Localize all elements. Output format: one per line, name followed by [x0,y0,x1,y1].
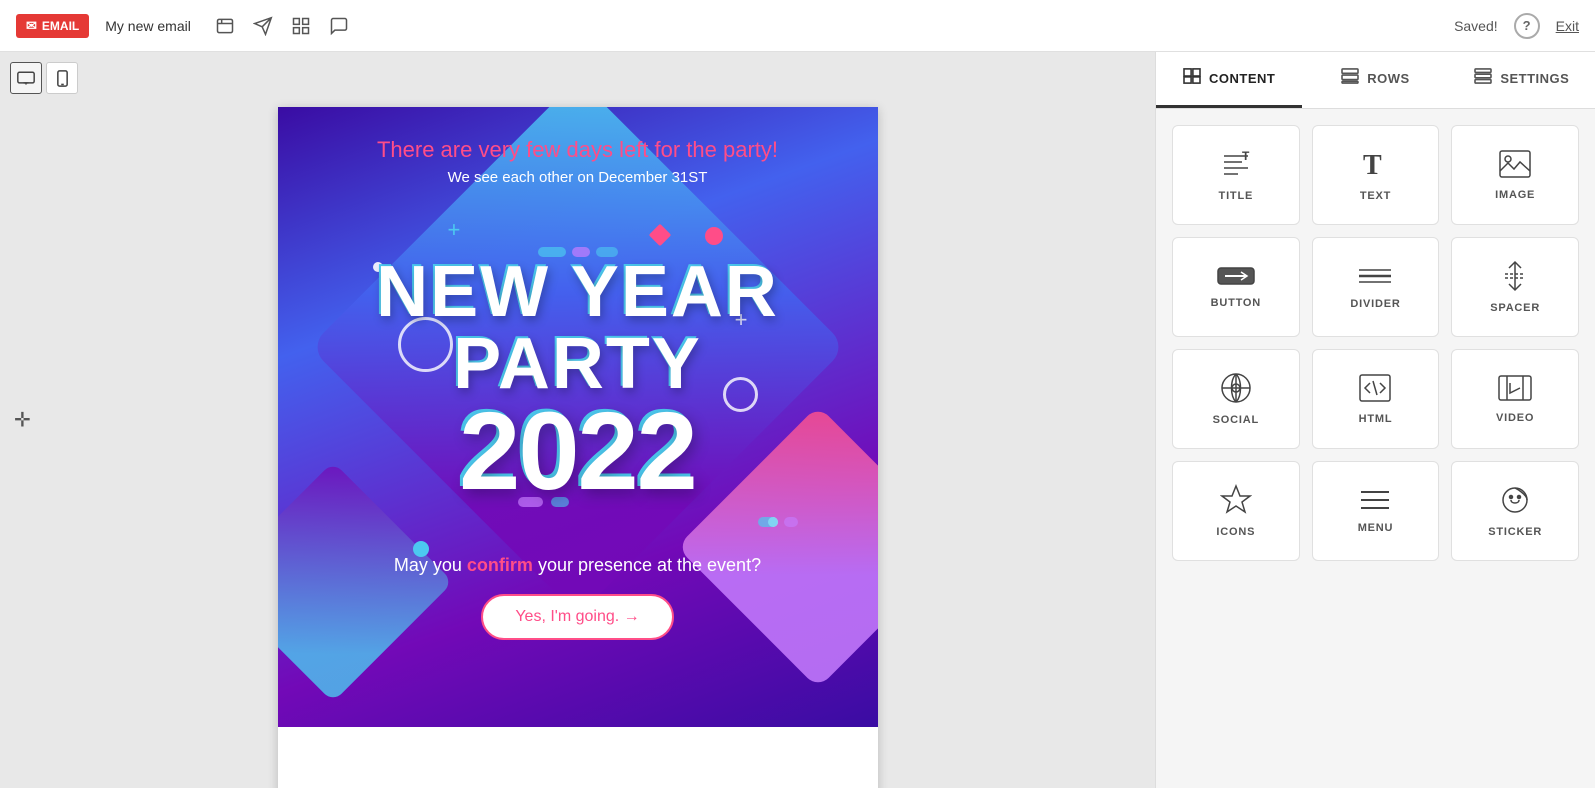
grid-icon-btn[interactable] [291,16,311,36]
plus-sign-left: + [448,217,461,243]
cta-button[interactable]: Yes, I'm going. → [481,594,673,640]
confirm-text: May you confirm your presence at the eve… [298,555,858,576]
content-item-button[interactable]: BUTTON [1172,237,1300,337]
tab-rows[interactable]: ROWS [1302,52,1448,108]
settings-tab-icon [1474,68,1492,89]
tab-settings-label: SETTINGS [1500,71,1569,86]
rows-tab-icon [1341,68,1359,89]
video-icon [1497,374,1533,402]
content-item-spacer[interactable]: SPACER [1451,237,1579,337]
content-item-menu[interactable]: MENU [1312,461,1440,561]
spacer-icon [1501,260,1529,292]
divider-icon [1357,264,1393,288]
exit-link[interactable]: Exit [1556,18,1579,34]
image-icon [1498,149,1532,179]
content-item-title[interactable]: T TITLE [1172,125,1300,225]
panel-tabs: CONTENT ROWS SETTINGS [1156,52,1595,109]
mobile-view-btn[interactable] [46,62,78,94]
content-item-text[interactable]: T TEXT [1312,125,1440,225]
content-item-image[interactable]: IMAGE [1451,125,1579,225]
email-title: My new email [105,18,191,34]
ny-main-line1: NEW YEAR [376,256,779,328]
icons-label: ICONS [1216,526,1255,538]
top-nav: ✉ EMAIL My new email Saved! ? Exit [0,0,1595,52]
desktop-view-btn[interactable] [10,62,42,94]
nav-right: Saved! ? Exit [1454,13,1579,39]
small-diamond-accent [648,224,671,247]
saved-status: Saved! [1454,18,1498,34]
tab-settings[interactable]: SETTINGS [1449,52,1595,108]
spacer-label: SPACER [1490,302,1540,314]
content-item-divider[interactable]: DIVIDER [1312,237,1440,337]
canvas-area: ✛ + + [0,52,1155,788]
text-label: TEXT [1360,190,1391,202]
email-badge[interactable]: ✉ EMAIL [16,14,89,38]
email-content-area: + + [278,107,878,727]
party-subheader-white: We see each other on December 31ST [448,169,708,186]
social-label: SOCIAL [1213,414,1259,426]
panel-content-grid: T TITLE T TEXT [1156,109,1595,788]
title-icon: T [1220,148,1252,180]
dot-pink [705,227,723,245]
email-canvas: + + [278,107,878,788]
dot-white2 [768,517,778,527]
chat-icon-btn[interactable] [329,16,349,36]
tab-rows-label: ROWS [1367,71,1409,86]
content-item-video[interactable]: VIDEO [1451,349,1579,449]
content-item-icons[interactable]: ICONS [1172,461,1300,561]
ny-text-block: NEW YEAR PARTY 2022 [376,256,779,505]
svg-text:T: T [1363,150,1382,180]
menu-icon [1359,488,1391,512]
menu-label: MENU [1358,522,1394,534]
help-button[interactable]: ? [1514,13,1540,39]
party-header-pink: There are very few days left for the par… [377,137,778,163]
bottom-cta-section: May you confirm your presence at the eve… [298,555,858,640]
html-icon [1358,373,1392,403]
contacts-icon-btn[interactable] [215,16,235,36]
ny-year: 2022 [376,400,779,505]
content-item-sticker[interactable]: STICKER [1451,461,1579,561]
image-label: IMAGE [1495,189,1535,201]
content-item-social[interactable]: SOCIAL [1172,349,1300,449]
main-layout: ✛ + + [0,52,1595,788]
html-label: HTML [1359,413,1393,425]
tab-content-label: CONTENT [1209,71,1275,86]
sticker-label: STICKER [1488,526,1542,538]
view-toggle [10,62,78,94]
move-handle[interactable]: ✛ [14,408,31,433]
dash-pills-bottom-r [758,517,798,527]
right-panel: CONTENT ROWS SETTINGS [1155,52,1595,788]
video-label: VIDEO [1496,412,1534,424]
button-label: BUTTON [1211,297,1261,309]
email-badge-label: EMAIL [42,19,79,33]
send-icon-btn[interactable] [253,16,273,36]
text-icon: T [1359,148,1391,180]
svg-text:T: T [1242,149,1250,163]
sticker-icon [1499,484,1531,516]
content-item-html[interactable]: HTML [1312,349,1440,449]
button-icon [1217,265,1255,287]
divider-label: DIVIDER [1350,298,1400,310]
content-tab-icon [1183,68,1201,89]
icons-icon [1220,484,1252,516]
tab-content[interactable]: CONTENT [1156,52,1302,108]
social-icon [1220,372,1252,404]
nav-icons [215,16,349,36]
title-label: TITLE [1219,190,1254,202]
email-icon: ✉ [26,18,37,34]
